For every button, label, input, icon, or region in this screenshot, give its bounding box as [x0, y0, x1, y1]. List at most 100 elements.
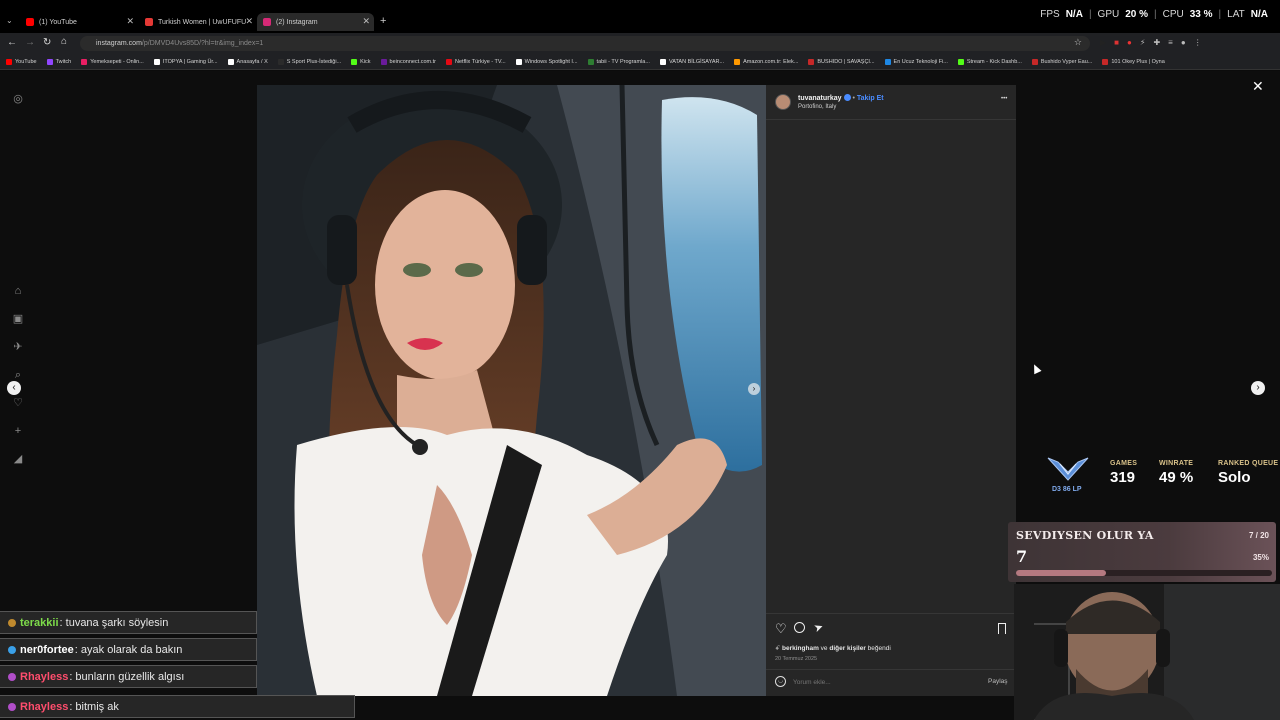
chat-username: Rhayless [20, 670, 69, 683]
reload-icon[interactable]: ↻ [43, 37, 51, 48]
gpu-label: GPU [1097, 9, 1120, 20]
post-side-panel: tuvanaturkay • Takip Et Portofino, Italy… [766, 85, 1016, 696]
bookmark-item[interactable]: YouTube [6, 58, 37, 65]
likes-line[interactable]: ꗃ berkingham ve diğer kişiler beğendi [775, 645, 891, 653]
bookmark-label: Twitch [55, 58, 72, 65]
author-avatar[interactable] [775, 94, 791, 110]
reels-nav-icon[interactable]: ▣ [11, 312, 25, 326]
bookmark-item[interactable]: BUSHIDO | SAVAŞÇI... [808, 58, 875, 65]
red-extension-icon[interactable]: ■ [1114, 38, 1119, 47]
tab-uwufufu[interactable]: Turkish Women | UwUFUFU ✕ [139, 13, 253, 31]
comment-input[interactable] [793, 676, 973, 688]
bookmarks-bar: YouTube Twitch Yemeksepeti - Onlin... ITOPY… [0, 54, 1280, 70]
heart-icon[interactable]: ♡ [775, 621, 787, 637]
bookmark-item[interactable]: 101 Okey Plus | Oyna [1102, 58, 1165, 65]
search-nav-icon[interactable]: ⌕ [11, 368, 25, 382]
notifications-nav-icon[interactable]: ♡ [11, 396, 25, 410]
browser-menu-icon[interactable]: ⋮ [1194, 38, 1202, 47]
close-icon[interactable]: ✕ [1252, 78, 1264, 95]
back-icon[interactable]: ← [7, 37, 17, 48]
games-value: 319 [1110, 469, 1136, 486]
tab-youtube[interactable]: (1) YouTube ✕ [20, 13, 134, 31]
bookmark-label: Yemeksepeti - Onlin... [90, 58, 144, 65]
record-extension-icon[interactable]: ● [1127, 38, 1132, 47]
tab-title: Turkish Women | UwUFUFU [158, 18, 247, 26]
send-icon[interactable]: ➤ [812, 620, 825, 635]
forward-icon[interactable]: → [25, 37, 35, 48]
bookmark-favicon-icon [808, 58, 815, 65]
messages-nav-icon[interactable]: ✈ [11, 340, 25, 354]
chat-text: : bunların güzellik algısı [69, 670, 185, 683]
next-post-button[interactable]: › [1251, 381, 1265, 395]
instagram-logo-icon[interactable]: ◎ [11, 92, 25, 106]
song-count: 7 / 20 [1248, 531, 1269, 540]
emoji-icon[interactable]: ◡ [775, 676, 786, 687]
bookmark-item[interactable]: beinconnect.com.tr [380, 58, 436, 65]
bookmark-label: tabii - TV Programla... [596, 58, 650, 65]
bookmark-favicon-icon [659, 58, 666, 65]
likes-user[interactable]: berkingham [782, 645, 819, 652]
bookmark-label: 101 Okey Plus | Oyna [1111, 58, 1165, 65]
song-progress-track [1016, 570, 1272, 576]
tab-close-icon[interactable]: ✕ [126, 16, 134, 27]
bookmark-favicon-icon [957, 58, 964, 65]
tab-instagram[interactable]: (2) Instagram ✕ [257, 13, 374, 31]
author-username[interactable]: tuvanaturkay [798, 95, 842, 102]
lat-value: N/A [1250, 9, 1268, 20]
bookmark-item[interactable]: En Ucuz Teknoloji Fi... [884, 58, 948, 65]
bookmark-favicon-icon [81, 58, 88, 65]
queue-value: Solo [1218, 469, 1251, 486]
tab-list-chevron-icon[interactable]: ⌄ [6, 16, 13, 25]
profile-avatar-icon[interactable]: ● [1181, 38, 1186, 47]
prev-post-button[interactable]: ‹ [7, 381, 21, 395]
chat-badge-icon [8, 672, 16, 681]
youtube-favicon-icon [26, 18, 34, 26]
likes-others[interactable]: diğer kişiler [829, 645, 866, 652]
bookmark-icon[interactable] [998, 623, 1006, 634]
tool-extension-icon[interactable]: ⚡ [1140, 38, 1146, 47]
tab-close-icon[interactable]: ✕ [362, 16, 370, 27]
gpu-value: 20 % [1125, 9, 1149, 20]
chat-message: Rhayless: bunların güzellik algısı [0, 665, 257, 688]
post-location[interactable]: Portofino, Italy [798, 104, 836, 110]
bookmark-star-icon[interactable]: ☆ [1074, 37, 1082, 48]
follow-button[interactable]: Takip Et [857, 95, 884, 102]
bookmark-item[interactable]: Bushido Vyper Eau... [1031, 58, 1092, 65]
carousel-next-button[interactable]: › [748, 383, 760, 395]
home-nav-icon[interactable]: ⌂ [11, 284, 25, 298]
bookmark-item[interactable]: Stream - Kick Dashb... [957, 58, 1022, 65]
bookmark-item[interactable]: VATAN BİLGİSAYAR... [659, 58, 724, 65]
bookmark-label: BUSHIDO | SAVAŞÇI... [817, 58, 875, 65]
comments-list [766, 120, 1016, 610]
tab-close-icon[interactable]: ✕ [245, 16, 253, 27]
extensions-puzzle-icon[interactable]: ✚ [1153, 38, 1160, 47]
webcam-illustration [1014, 584, 1280, 720]
bookmark-item[interactable]: ITOPYA | Gaming Ür... [153, 58, 218, 65]
reading-list-icon[interactable]: ≡ [1168, 38, 1173, 47]
comment-icon[interactable] [794, 622, 805, 633]
bookmark-item[interactable]: Twitch [46, 58, 72, 65]
chat-badge-icon [8, 702, 16, 711]
create-nav-icon[interactable]: + [11, 424, 25, 438]
post-photo: › [257, 85, 766, 696]
bookmark-item[interactable]: Anasayfa / X [227, 58, 268, 65]
performance-hud: FPS N/A | GPU 20 % | CPU 33 % | LAT N/A [1040, 9, 1268, 20]
chat-text: : ayak olarak da bakın [74, 643, 183, 656]
bookmark-item[interactable]: Kick [351, 58, 371, 65]
chat-username: ner0fortee [20, 643, 74, 656]
new-tab-button[interactable]: + [380, 15, 386, 27]
separator-dot: • [852, 95, 855, 102]
bookmark-item[interactable]: Amazon.com.tr: Elek... [734, 58, 798, 65]
play-extension-icon[interactable]: ▶ [1100, 38, 1106, 47]
home-icon[interactable]: ⌂ [61, 36, 67, 47]
bookmark-item[interactable]: Netflix Türkiye - TV... [446, 58, 506, 65]
dashboard-nav-icon[interactable]: ◢ [11, 452, 25, 466]
bookmark-item[interactable]: tabii - TV Programla... [587, 58, 650, 65]
bookmark-item[interactable]: S Sport Plus-İstediği... [277, 58, 341, 65]
bookmark-item[interactable]: Windows Spotlight I... [515, 58, 578, 65]
share-comment-button[interactable]: Paylaş [988, 678, 1008, 685]
bookmark-item[interactable]: Yemeksepeti - Onlin... [81, 58, 144, 65]
more-options-icon[interactable]: ••• [1001, 96, 1007, 102]
url-field[interactable]: instagram.com/p/DMVD4Uvs85D/?hl=tr&img_i… [80, 36, 1090, 51]
winrate-label: WINRATE [1159, 460, 1194, 467]
